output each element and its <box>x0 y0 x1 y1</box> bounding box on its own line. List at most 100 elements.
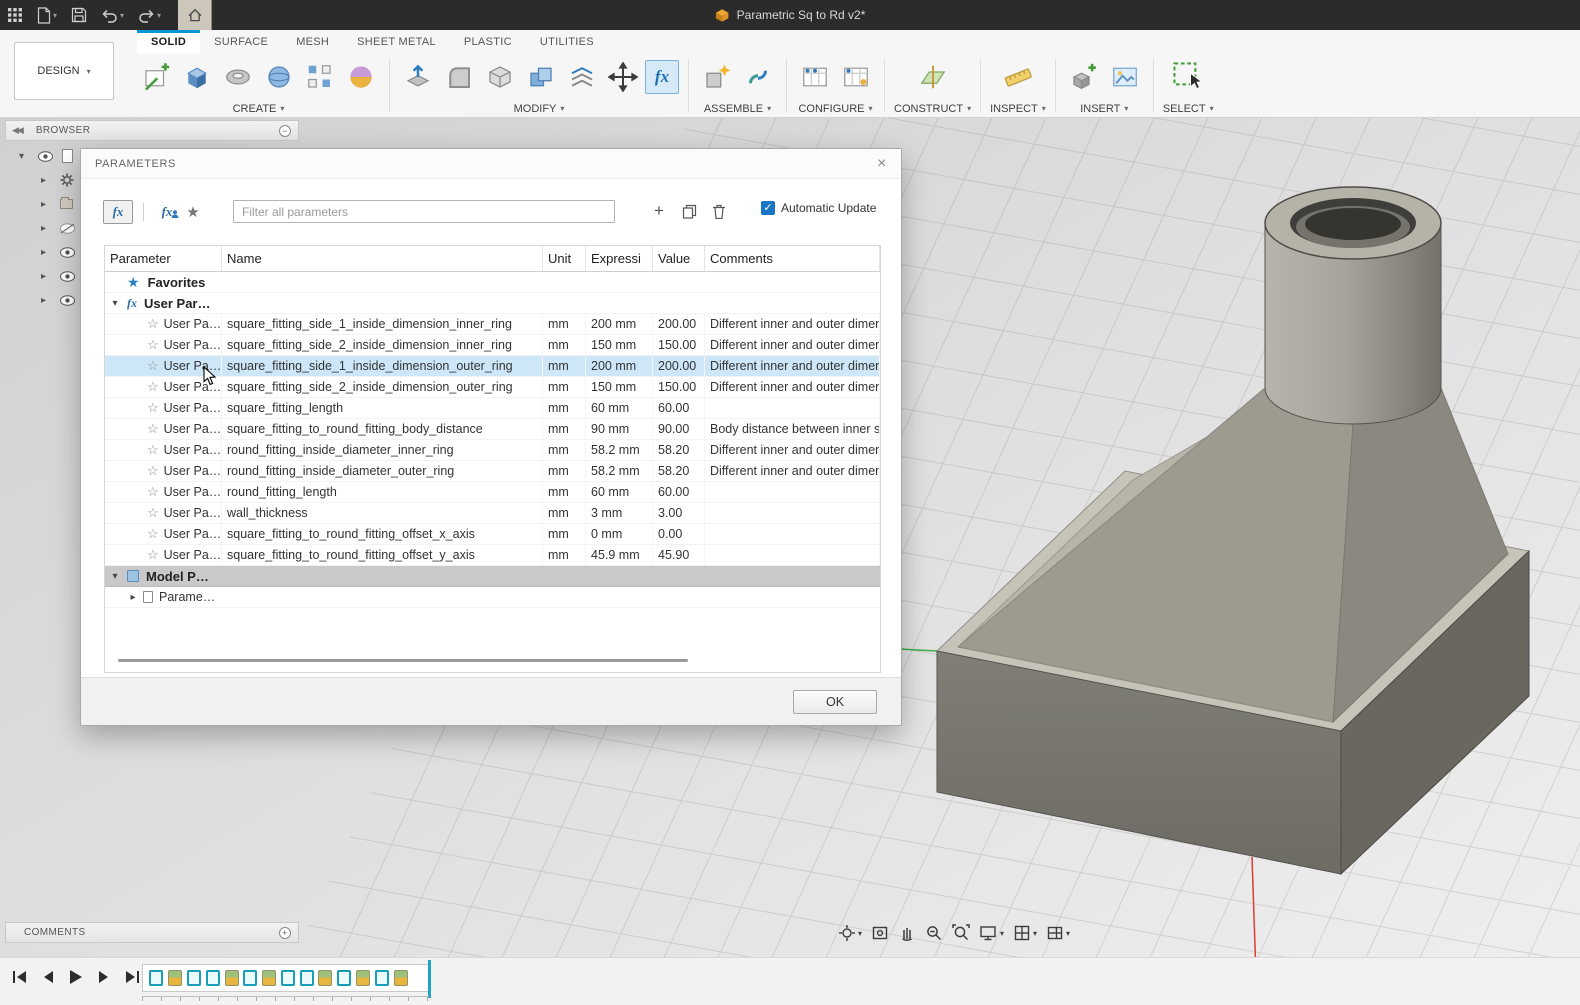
parameter-expression[interactable]: 200 mm <box>586 356 653 376</box>
measure-button[interactable] <box>999 57 1037 97</box>
checkbox-checked-icon[interactable]: ✓ <box>761 201 775 215</box>
joint-button[interactable] <box>739 57 777 97</box>
sphere-button[interactable] <box>260 57 298 97</box>
favorite-star-icon[interactable]: ☆ <box>147 421 159 437</box>
torus-button[interactable] <box>219 57 257 97</box>
parameter-expression[interactable]: 3 mm <box>586 503 653 523</box>
timeline-sketch-icon[interactable] <box>374 970 389 986</box>
column-unit[interactable]: Unit <box>543 246 586 271</box>
column-parameter[interactable]: Parameter <box>105 246 222 271</box>
favorite-star-icon[interactable]: ☆ <box>147 484 159 500</box>
new-component-button[interactable] <box>698 57 736 97</box>
group-label-construct[interactable]: CONSTRUCT ▾ <box>894 100 971 117</box>
parameter-row[interactable]: ☆ User Pa… square_fitting_side_2_inside_di… <box>105 377 880 398</box>
save-button[interactable] <box>64 0 94 30</box>
parameter-row[interactable]: ☆ User Pa… round_fitting_length mm 60 mm 60.0… <box>105 482 880 503</box>
parameter-expression[interactable]: 58.2 mm <box>586 461 653 481</box>
construct-plane-button[interactable] <box>914 57 952 97</box>
favorite-star-icon[interactable]: ☆ <box>147 547 159 563</box>
timeline-sketch-icon[interactable] <box>243 970 258 986</box>
browser-minimize-icon[interactable]: − <box>279 124 291 137</box>
ok-button[interactable]: OK <box>793 690 877 714</box>
timeline-sketch-icon[interactable] <box>299 970 314 986</box>
parameter-row[interactable]: ☆ User Pa… square_fitting_to_round_fitting… <box>105 524 880 545</box>
parameters-dialog-titlebar[interactable]: PARAMETERS × <box>81 149 901 179</box>
favorite-star-icon[interactable]: ☆ <box>147 316 159 332</box>
collapse-chevron-icon[interactable]: ▾ <box>109 298 121 309</box>
comments-expand-icon[interactable]: + <box>279 926 291 939</box>
expand-chevron-icon[interactable]: ▸ <box>127 592 139 603</box>
parameter-expression[interactable]: 60 mm <box>586 482 653 502</box>
timeline-feature-icon[interactable] <box>393 970 408 986</box>
favorites-group-row[interactable]: ★ Favorites <box>105 272 880 293</box>
workspace-switcher[interactable]: DESIGN ▾ <box>14 42 114 100</box>
delete-parameter-button[interactable] <box>707 199 731 223</box>
expand-arrow-icon[interactable]: ▸ <box>41 247 51 258</box>
expand-arrow-icon[interactable]: ▸ <box>41 223 51 234</box>
automatic-update-toggle[interactable]: ✓ Automatic Update <box>761 201 876 215</box>
collapse-browser-icon[interactable]: ◀◀ <box>6 125 28 136</box>
timeline-feature-icon[interactable] <box>355 970 370 986</box>
favorites-filter-button[interactable]: ★ <box>180 203 206 221</box>
tab-mesh[interactable]: MESH <box>282 30 343 54</box>
parameter-row[interactable]: ☆ User Pa… square_fitting_to_round_fitting… <box>105 419 880 440</box>
parameter-row[interactable]: ☆ User Pa… square_fitting_side_1_inside_di… <box>105 356 880 377</box>
insert-canvas-button[interactable] <box>1106 57 1144 97</box>
eye-off-icon[interactable] <box>60 222 75 234</box>
create-sketch-button[interactable] <box>137 57 175 97</box>
column-name[interactable]: Name <box>222 246 543 271</box>
expand-arrow-icon[interactable]: ▸ <box>41 175 51 186</box>
add-parameter-button[interactable]: + <box>647 199 671 223</box>
skip-to-start-button[interactable] <box>10 967 30 987</box>
offset-face-button[interactable] <box>563 57 601 97</box>
box-button[interactable] <box>178 57 216 97</box>
look-at-button[interactable] <box>871 924 889 942</box>
eye-icon[interactable] <box>60 294 75 306</box>
parameter-comments[interactable]: Different inner and outer dimen <box>705 335 880 355</box>
timeline-sketch-icon[interactable] <box>280 970 295 986</box>
parameter-row[interactable]: ☆ User Pa… round_fitting_inside_diameter_i… <box>105 440 880 461</box>
parameter-expression[interactable]: 200 mm <box>586 314 653 334</box>
pan-button[interactable] <box>898 924 916 942</box>
timeline-sketch-icon[interactable] <box>205 970 220 986</box>
parameter-comments[interactable]: Different inner and outer dimen <box>705 440 880 460</box>
parameter-row[interactable]: ☆ User Pa… square_fitting_length mm 60 mm 60.… <box>105 398 880 419</box>
pattern-button[interactable] <box>301 57 339 97</box>
expand-arrow-icon[interactable]: ▾ <box>19 151 29 162</box>
column-value[interactable]: Value <box>653 246 705 271</box>
parameter-comments[interactable]: Different inner and outer dimen <box>705 461 880 481</box>
tab-surface[interactable]: SURFACE <box>200 30 282 54</box>
group-label-configure[interactable]: CONFIGURE ▾ <box>798 100 872 117</box>
grid-display-button[interactable]: ▾ <box>1013 924 1037 942</box>
parameter-comments[interactable]: Different inner and outer dimen <box>705 377 880 397</box>
configure-button[interactable] <box>796 57 834 97</box>
user-parameters-group-row[interactable]: ▾ fx User Par… <box>105 293 880 314</box>
scrollbar-thumb[interactable] <box>118 659 688 662</box>
parameter-row[interactable]: ☆ User Pa… square_fitting_to_round_fitting… <box>105 545 880 566</box>
step-forward-button[interactable] <box>94 967 114 987</box>
parameter-expression[interactable]: 90 mm <box>586 419 653 439</box>
parameter-comments[interactable] <box>705 482 880 502</box>
parameter-comments[interactable]: Different inner and outer dimen <box>705 356 880 376</box>
timeline-features[interactable] <box>142 964 429 992</box>
favorite-star-icon[interactable]: ☆ <box>147 463 159 479</box>
user-parameters-filter-button[interactable]: fx <box>154 204 180 220</box>
skip-to-end-button[interactable] <box>122 967 142 987</box>
eye-icon[interactable] <box>38 150 53 162</box>
favorite-star-icon[interactable]: ☆ <box>147 400 159 416</box>
undo-button[interactable]: ▾ <box>94 0 131 30</box>
favorite-star-icon[interactable]: ☆ <box>147 526 159 542</box>
expand-arrow-icon[interactable]: ▸ <box>41 271 51 282</box>
eye-icon[interactable] <box>60 246 75 258</box>
parameter-row[interactable]: ☆ User Pa… square_fitting_side_1_inside_di… <box>105 314 880 335</box>
parameter-row[interactable]: ☆ User Pa… wall_thickness mm 3 mm 3.00 <box>105 503 880 524</box>
copy-parameter-button[interactable] <box>677 199 701 223</box>
group-label-insert[interactable]: INSERT ▾ <box>1080 100 1128 117</box>
filter-parameters-input[interactable] <box>233 200 615 223</box>
favorite-star-icon[interactable]: ☆ <box>147 358 159 374</box>
favorite-star-icon[interactable]: ☆ <box>147 505 159 521</box>
display-settings-button[interactable]: ▾ <box>979 924 1004 942</box>
zoom-button[interactable] <box>925 924 943 942</box>
group-label-modify[interactable]: MODIFY ▾ <box>514 100 565 117</box>
press-pull-button[interactable] <box>399 57 437 97</box>
